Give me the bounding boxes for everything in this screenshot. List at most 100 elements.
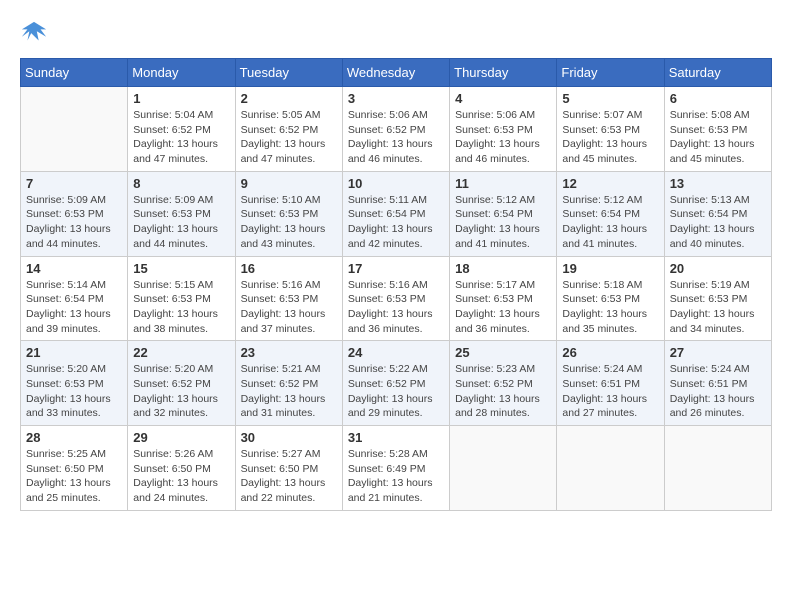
weekday-header-cell: Wednesday	[342, 59, 449, 87]
day-number: 31	[348, 430, 444, 445]
calendar-day-cell: 21 Sunrise: 5:20 AMSunset: 6:53 PMDaylig…	[21, 341, 128, 426]
calendar-day-cell: 14 Sunrise: 5:14 AMSunset: 6:54 PMDaylig…	[21, 256, 128, 341]
day-number: 29	[133, 430, 229, 445]
weekday-header-cell: Friday	[557, 59, 664, 87]
calendar-week-row: 28 Sunrise: 5:25 AMSunset: 6:50 PMDaylig…	[21, 426, 772, 511]
weekday-header-row: SundayMondayTuesdayWednesdayThursdayFrid…	[21, 59, 772, 87]
calendar-day-cell: 19 Sunrise: 5:18 AMSunset: 6:53 PMDaylig…	[557, 256, 664, 341]
day-number: 4	[455, 91, 551, 106]
page-header	[20, 20, 772, 48]
calendar-day-cell: 31 Sunrise: 5:28 AMSunset: 6:49 PMDaylig…	[342, 426, 449, 511]
day-number: 12	[562, 176, 658, 191]
day-number: 27	[670, 345, 766, 360]
day-info: Sunrise: 5:09 AMSunset: 6:53 PMDaylight:…	[133, 193, 229, 252]
day-info: Sunrise: 5:12 AMSunset: 6:54 PMDaylight:…	[455, 193, 551, 252]
calendar-day-cell: 13 Sunrise: 5:13 AMSunset: 6:54 PMDaylig…	[664, 171, 771, 256]
day-info: Sunrise: 5:16 AMSunset: 6:53 PMDaylight:…	[241, 278, 337, 337]
day-number: 18	[455, 261, 551, 276]
day-number: 13	[670, 176, 766, 191]
calendar-week-row: 14 Sunrise: 5:14 AMSunset: 6:54 PMDaylig…	[21, 256, 772, 341]
day-info: Sunrise: 5:04 AMSunset: 6:52 PMDaylight:…	[133, 108, 229, 167]
calendar-day-cell: 26 Sunrise: 5:24 AMSunset: 6:51 PMDaylig…	[557, 341, 664, 426]
calendar-day-cell: 3 Sunrise: 5:06 AMSunset: 6:52 PMDayligh…	[342, 87, 449, 172]
day-number: 26	[562, 345, 658, 360]
day-info: Sunrise: 5:16 AMSunset: 6:53 PMDaylight:…	[348, 278, 444, 337]
day-info: Sunrise: 5:10 AMSunset: 6:53 PMDaylight:…	[241, 193, 337, 252]
day-number: 6	[670, 91, 766, 106]
weekday-header-cell: Monday	[128, 59, 235, 87]
weekday-header-cell: Saturday	[664, 59, 771, 87]
day-number: 3	[348, 91, 444, 106]
day-number: 15	[133, 261, 229, 276]
logo	[20, 20, 52, 48]
day-info: Sunrise: 5:20 AMSunset: 6:53 PMDaylight:…	[26, 362, 122, 421]
calendar-day-cell: 12 Sunrise: 5:12 AMSunset: 6:54 PMDaylig…	[557, 171, 664, 256]
day-info: Sunrise: 5:14 AMSunset: 6:54 PMDaylight:…	[26, 278, 122, 337]
calendar-day-cell: 9 Sunrise: 5:10 AMSunset: 6:53 PMDayligh…	[235, 171, 342, 256]
day-info: Sunrise: 5:28 AMSunset: 6:49 PMDaylight:…	[348, 447, 444, 506]
day-info: Sunrise: 5:20 AMSunset: 6:52 PMDaylight:…	[133, 362, 229, 421]
day-info: Sunrise: 5:06 AMSunset: 6:53 PMDaylight:…	[455, 108, 551, 167]
day-number: 1	[133, 91, 229, 106]
weekday-header-cell: Tuesday	[235, 59, 342, 87]
calendar-day-cell: 17 Sunrise: 5:16 AMSunset: 6:53 PMDaylig…	[342, 256, 449, 341]
calendar-day-cell: 23 Sunrise: 5:21 AMSunset: 6:52 PMDaylig…	[235, 341, 342, 426]
calendar-day-cell: 24 Sunrise: 5:22 AMSunset: 6:52 PMDaylig…	[342, 341, 449, 426]
day-number: 17	[348, 261, 444, 276]
calendar-day-cell: 11 Sunrise: 5:12 AMSunset: 6:54 PMDaylig…	[450, 171, 557, 256]
calendar-week-row: 1 Sunrise: 5:04 AMSunset: 6:52 PMDayligh…	[21, 87, 772, 172]
calendar-day-cell: 5 Sunrise: 5:07 AMSunset: 6:53 PMDayligh…	[557, 87, 664, 172]
calendar-table: SundayMondayTuesdayWednesdayThursdayFrid…	[20, 58, 772, 511]
calendar-day-cell: 27 Sunrise: 5:24 AMSunset: 6:51 PMDaylig…	[664, 341, 771, 426]
calendar-week-row: 7 Sunrise: 5:09 AMSunset: 6:53 PMDayligh…	[21, 171, 772, 256]
calendar-day-cell	[21, 87, 128, 172]
calendar-day-cell: 29 Sunrise: 5:26 AMSunset: 6:50 PMDaylig…	[128, 426, 235, 511]
day-info: Sunrise: 5:13 AMSunset: 6:54 PMDaylight:…	[670, 193, 766, 252]
calendar-day-cell: 18 Sunrise: 5:17 AMSunset: 6:53 PMDaylig…	[450, 256, 557, 341]
day-number: 14	[26, 261, 122, 276]
calendar-day-cell	[664, 426, 771, 511]
day-info: Sunrise: 5:26 AMSunset: 6:50 PMDaylight:…	[133, 447, 229, 506]
calendar-day-cell: 2 Sunrise: 5:05 AMSunset: 6:52 PMDayligh…	[235, 87, 342, 172]
day-number: 9	[241, 176, 337, 191]
day-info: Sunrise: 5:11 AMSunset: 6:54 PMDaylight:…	[348, 193, 444, 252]
calendar-week-row: 21 Sunrise: 5:20 AMSunset: 6:53 PMDaylig…	[21, 341, 772, 426]
day-info: Sunrise: 5:18 AMSunset: 6:53 PMDaylight:…	[562, 278, 658, 337]
day-number: 23	[241, 345, 337, 360]
day-info: Sunrise: 5:21 AMSunset: 6:52 PMDaylight:…	[241, 362, 337, 421]
calendar-day-cell: 22 Sunrise: 5:20 AMSunset: 6:52 PMDaylig…	[128, 341, 235, 426]
day-info: Sunrise: 5:08 AMSunset: 6:53 PMDaylight:…	[670, 108, 766, 167]
calendar-day-cell: 15 Sunrise: 5:15 AMSunset: 6:53 PMDaylig…	[128, 256, 235, 341]
calendar-day-cell: 7 Sunrise: 5:09 AMSunset: 6:53 PMDayligh…	[21, 171, 128, 256]
day-info: Sunrise: 5:27 AMSunset: 6:50 PMDaylight:…	[241, 447, 337, 506]
calendar-body: 1 Sunrise: 5:04 AMSunset: 6:52 PMDayligh…	[21, 87, 772, 511]
calendar-day-cell	[450, 426, 557, 511]
weekday-header-cell: Thursday	[450, 59, 557, 87]
day-info: Sunrise: 5:25 AMSunset: 6:50 PMDaylight:…	[26, 447, 122, 506]
calendar-day-cell: 16 Sunrise: 5:16 AMSunset: 6:53 PMDaylig…	[235, 256, 342, 341]
weekday-header-cell: Sunday	[21, 59, 128, 87]
day-info: Sunrise: 5:22 AMSunset: 6:52 PMDaylight:…	[348, 362, 444, 421]
calendar-day-cell: 28 Sunrise: 5:25 AMSunset: 6:50 PMDaylig…	[21, 426, 128, 511]
calendar-day-cell: 6 Sunrise: 5:08 AMSunset: 6:53 PMDayligh…	[664, 87, 771, 172]
day-info: Sunrise: 5:19 AMSunset: 6:53 PMDaylight:…	[670, 278, 766, 337]
day-info: Sunrise: 5:05 AMSunset: 6:52 PMDaylight:…	[241, 108, 337, 167]
day-number: 24	[348, 345, 444, 360]
day-info: Sunrise: 5:12 AMSunset: 6:54 PMDaylight:…	[562, 193, 658, 252]
day-info: Sunrise: 5:24 AMSunset: 6:51 PMDaylight:…	[670, 362, 766, 421]
calendar-day-cell: 8 Sunrise: 5:09 AMSunset: 6:53 PMDayligh…	[128, 171, 235, 256]
day-number: 2	[241, 91, 337, 106]
day-number: 16	[241, 261, 337, 276]
day-number: 30	[241, 430, 337, 445]
calendar-day-cell	[557, 426, 664, 511]
calendar-day-cell: 4 Sunrise: 5:06 AMSunset: 6:53 PMDayligh…	[450, 87, 557, 172]
day-number: 19	[562, 261, 658, 276]
day-number: 28	[26, 430, 122, 445]
day-number: 25	[455, 345, 551, 360]
logo-icon	[20, 20, 48, 48]
day-number: 11	[455, 176, 551, 191]
day-number: 5	[562, 91, 658, 106]
calendar-day-cell: 30 Sunrise: 5:27 AMSunset: 6:50 PMDaylig…	[235, 426, 342, 511]
day-info: Sunrise: 5:15 AMSunset: 6:53 PMDaylight:…	[133, 278, 229, 337]
calendar-day-cell: 20 Sunrise: 5:19 AMSunset: 6:53 PMDaylig…	[664, 256, 771, 341]
